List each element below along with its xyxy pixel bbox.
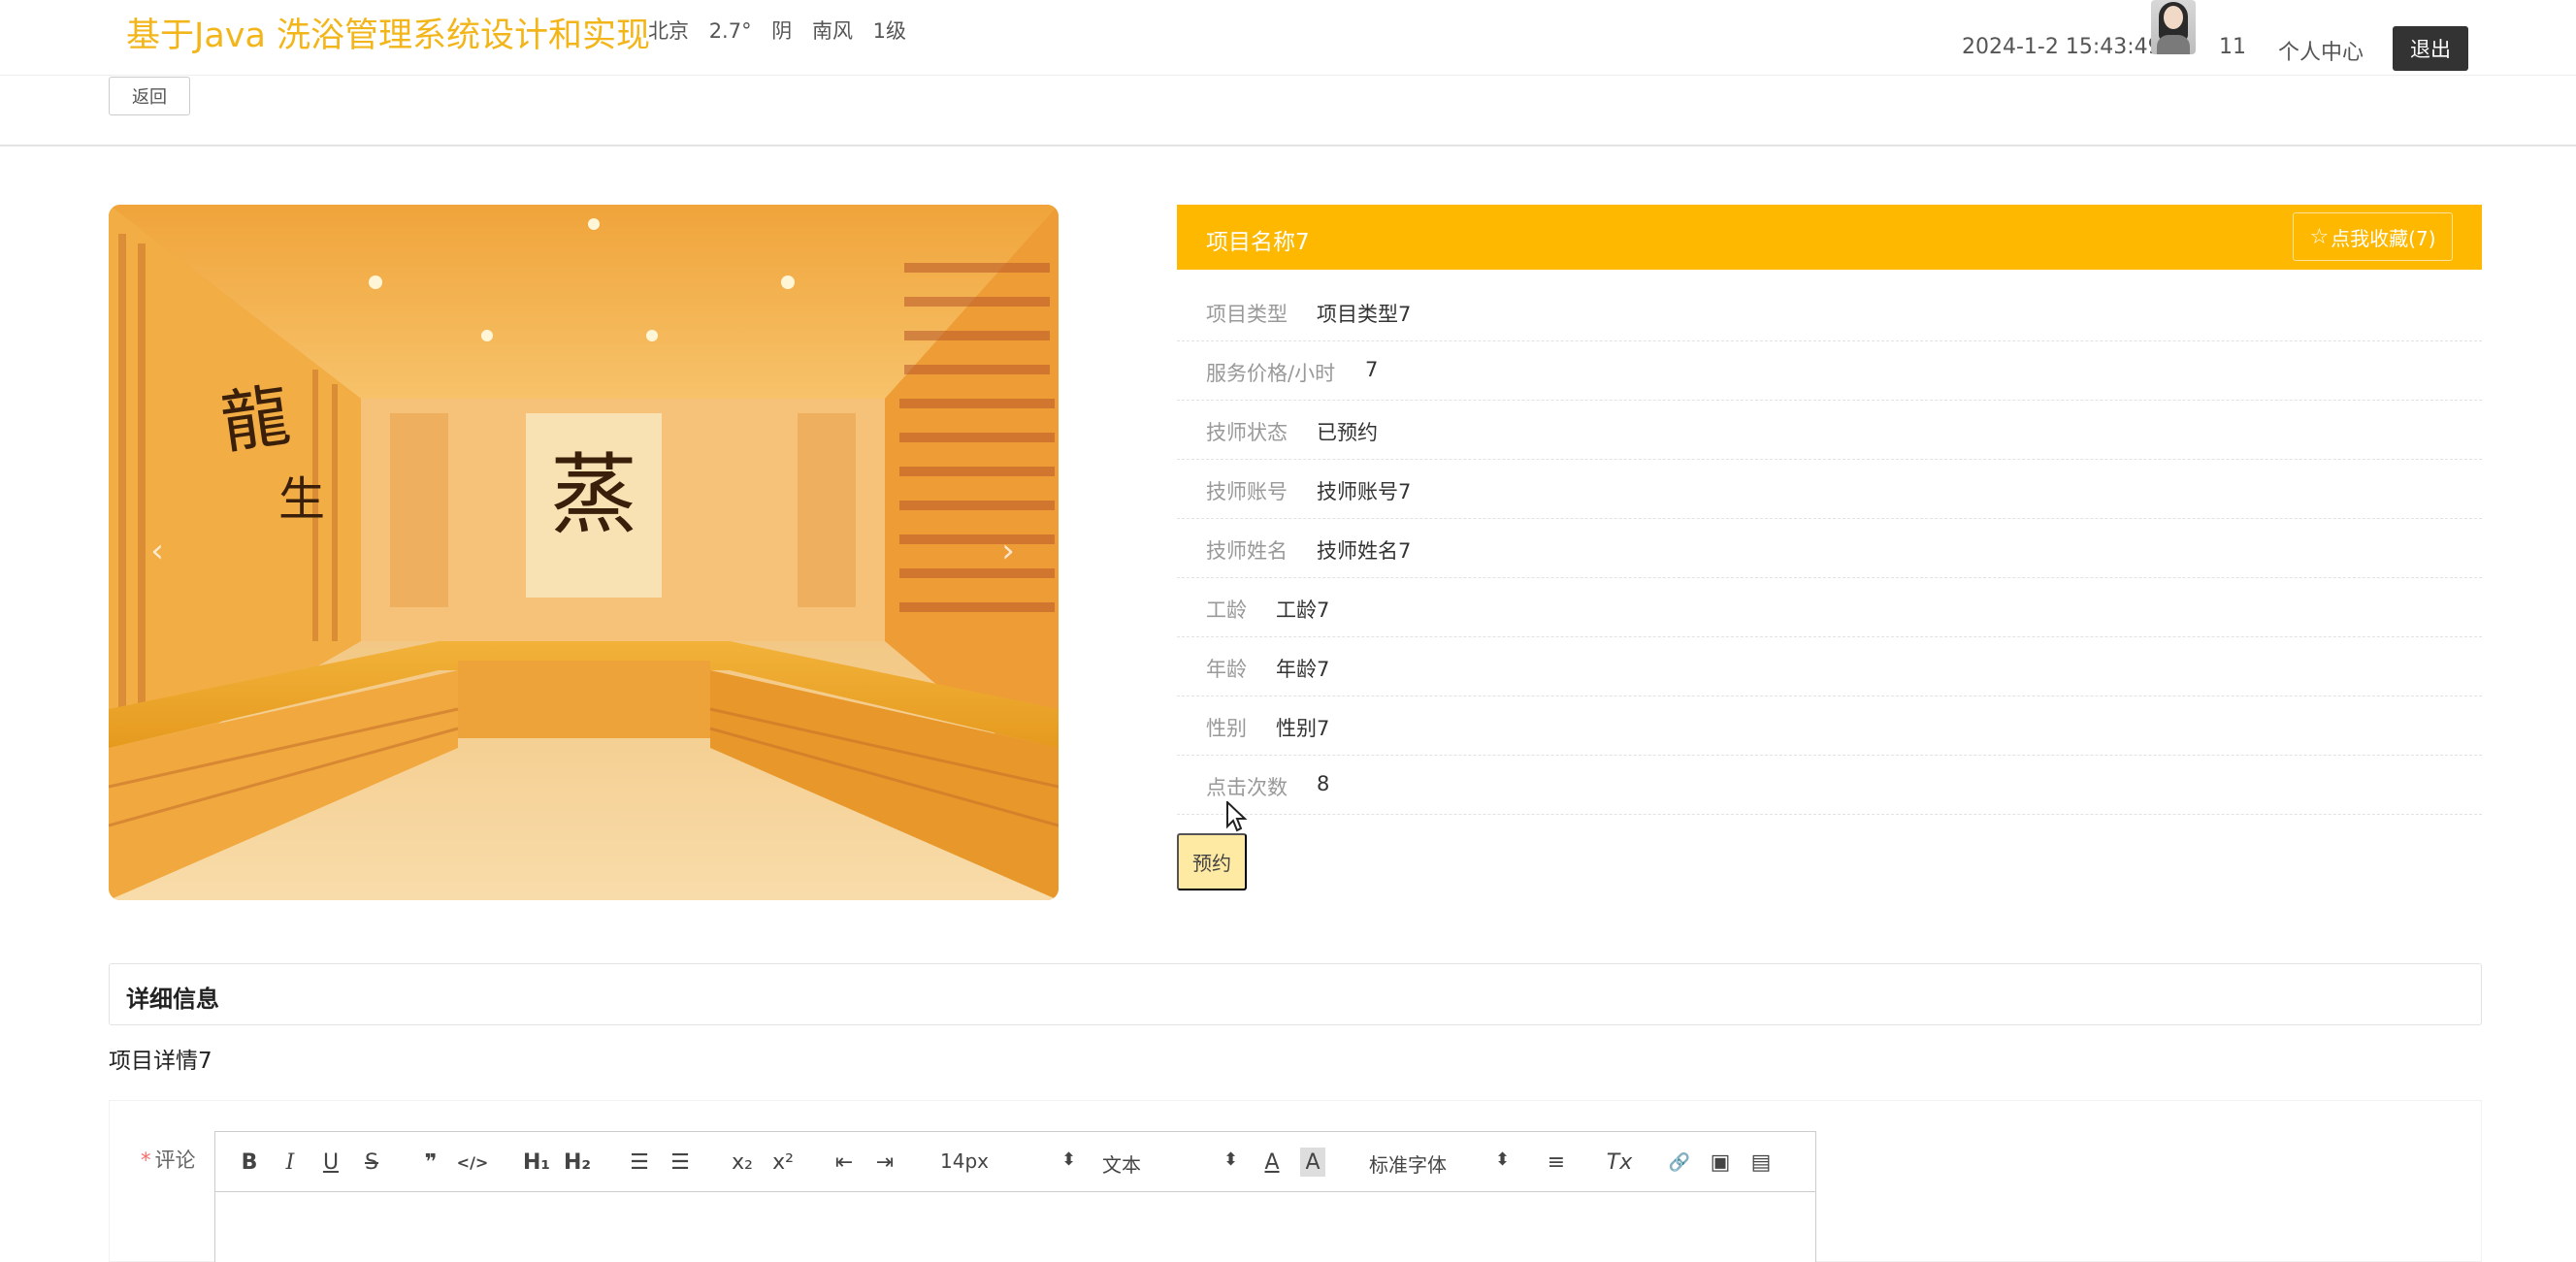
rich-text-editor[interactable]: B I U S ❞ </> H₁ H₂ ☰ ☰ x₂ x² ⇤ ⇥ 14px ⬍… bbox=[214, 1131, 1816, 1262]
heading-select[interactable]: 文本 ⬍ bbox=[1102, 1149, 1238, 1177]
italic-icon[interactable]: I bbox=[277, 1148, 303, 1177]
attr-label: 服务价格/小时 bbox=[1206, 362, 1336, 385]
comment-label-text: 评论 bbox=[154, 1149, 196, 1172]
weather-widget: 北京 2.7° 阴 南风 1级 bbox=[648, 16, 920, 45]
attr-row-gender: 性别 性别7 bbox=[1177, 696, 2482, 756]
detail-info-box: 详细信息 bbox=[109, 963, 2482, 1025]
avatar-face bbox=[2164, 6, 2183, 29]
top-header: 基于Java 洗浴管理系统设计和实现 北京 2.7° 阴 南风 1级 2024-… bbox=[0, 0, 2576, 76]
attr-label: 性别 bbox=[1206, 717, 1247, 740]
weather-condition: 阴 bbox=[771, 19, 793, 43]
star-icon: ☆ bbox=[2309, 224, 2330, 249]
detail-header: 项目名称7 ☆ 点我收藏(7) bbox=[1177, 205, 2482, 270]
reserve-button[interactable]: 预约 bbox=[1177, 833, 1247, 890]
logout-button[interactable]: 退出 bbox=[2393, 26, 2468, 71]
attr-row-project-type: 项目类型 项目类型7 bbox=[1177, 282, 2482, 341]
link-icon[interactable]: 🔗 bbox=[1666, 1148, 1693, 1177]
image-carousel[interactable]: 蒸 龍 生 bbox=[109, 205, 1059, 900]
heading-2-icon[interactable]: H₂ bbox=[561, 1148, 594, 1177]
weather-wind-level: 1级 bbox=[872, 19, 907, 43]
attr-row-service-price: 服务价格/小时 7 bbox=[1177, 341, 2482, 401]
attr-label: 技师状态 bbox=[1206, 421, 1288, 444]
sauna-room-image: 蒸 龍 生 bbox=[109, 205, 1059, 900]
font-family-value: 标准字体 bbox=[1369, 1153, 1447, 1177]
carousel-prev-arrow[interactable]: ‹ bbox=[138, 529, 177, 573]
select-caret-icon: ⬍ bbox=[1223, 1149, 1239, 1170]
superscript-icon[interactable]: x² bbox=[768, 1148, 798, 1177]
heading-select-value: 文本 bbox=[1102, 1153, 1141, 1177]
text-color-icon[interactable]: A bbox=[1259, 1148, 1285, 1177]
favorite-button[interactable]: ☆ 点我收藏(7) bbox=[2293, 212, 2453, 261]
attr-value: 工龄7 bbox=[1276, 599, 1330, 622]
weather-city: 北京 bbox=[648, 19, 689, 43]
mouse-cursor-icon bbox=[1226, 801, 1248, 832]
indent-icon[interactable]: ⇥ bbox=[871, 1148, 898, 1177]
back-button[interactable]: 返回 bbox=[109, 77, 190, 115]
attr-value: 性别7 bbox=[1276, 717, 1330, 740]
quote-icon[interactable]: ❞ bbox=[417, 1148, 444, 1177]
project-detail-text: 项目详情7 bbox=[109, 1049, 212, 1074]
align-icon[interactable]: ≡ bbox=[1543, 1148, 1570, 1177]
project-title: 项目名称7 bbox=[1206, 230, 1310, 255]
font-size-value: 14px bbox=[940, 1149, 989, 1173]
required-mark: * bbox=[141, 1149, 151, 1172]
background-color-icon[interactable]: A bbox=[1300, 1148, 1325, 1177]
favorite-label: 点我收藏(7) bbox=[2331, 226, 2436, 250]
attr-label: 工龄 bbox=[1206, 599, 1247, 622]
attr-row-work-years: 工龄 工龄7 bbox=[1177, 578, 2482, 637]
weather-wind-direction: 南风 bbox=[811, 19, 853, 43]
strike-icon[interactable]: S bbox=[359, 1148, 384, 1177]
attr-value: 8 bbox=[1317, 772, 1330, 795]
attr-label: 技师姓名 bbox=[1206, 539, 1288, 563]
bold-icon[interactable]: B bbox=[237, 1148, 262, 1177]
site-title: 基于Java 洗浴管理系统设计和实现 bbox=[126, 16, 651, 55]
attr-value: 年龄7 bbox=[1276, 658, 1330, 681]
attr-row-click-count: 点击次数 8 bbox=[1177, 756, 2482, 815]
attr-row-tech-account: 技师账号 技师账号7 bbox=[1177, 460, 2482, 519]
header-divider bbox=[0, 145, 2576, 146]
attr-label: 年龄 bbox=[1206, 658, 1247, 681]
subscript-icon[interactable]: x₂ bbox=[728, 1148, 757, 1177]
attr-value: 技师账号7 bbox=[1317, 480, 1412, 503]
code-icon[interactable]: </> bbox=[457, 1148, 489, 1177]
bullet-list-icon[interactable]: ☰ bbox=[667, 1148, 694, 1177]
comment-label: * 评论 bbox=[141, 1145, 196, 1174]
editor-toolbar: B I U S ❞ </> H₁ H₂ ☰ ☰ x₂ x² ⇤ ⇥ 14px ⬍… bbox=[215, 1132, 1815, 1192]
svg-text:蒸: 蒸 bbox=[550, 444, 637, 546]
underline-icon[interactable]: U bbox=[318, 1148, 343, 1177]
detail-info-title: 详细信息 bbox=[126, 986, 219, 1013]
font-size-select[interactable]: 14px ⬍ bbox=[940, 1149, 1076, 1177]
attr-row-tech-status: 技师状态 已预约 bbox=[1177, 401, 2482, 460]
personal-center-link[interactable]: 个人中心 bbox=[2278, 35, 2364, 66]
video-icon[interactable]: ▤ bbox=[1747, 1148, 1775, 1177]
outdent-icon[interactable]: ⇤ bbox=[831, 1148, 858, 1177]
attr-label: 技师账号 bbox=[1206, 480, 1288, 503]
image-icon[interactable]: ▣ bbox=[1707, 1148, 1734, 1177]
attr-value: 技师姓名7 bbox=[1317, 539, 1412, 563]
weather-temperature: 2.7° bbox=[708, 19, 752, 43]
carousel-next-arrow[interactable]: › bbox=[989, 529, 1027, 573]
attr-row-age: 年龄 年龄7 bbox=[1177, 637, 2482, 696]
avatar-body bbox=[2157, 35, 2190, 54]
attr-value: 已预约 bbox=[1317, 421, 1378, 444]
attr-label: 点击次数 bbox=[1206, 776, 1288, 799]
username: 11 bbox=[2219, 35, 2246, 59]
ordered-list-icon[interactable]: ☰ bbox=[626, 1148, 653, 1177]
svg-text:龍: 龍 bbox=[216, 375, 295, 464]
font-family-select[interactable]: 标准字体 ⬍ bbox=[1369, 1149, 1515, 1177]
select-caret-icon: ⬍ bbox=[1495, 1149, 1511, 1170]
attr-label: 项目类型 bbox=[1206, 303, 1288, 326]
clear-format-icon[interactable]: Tx bbox=[1605, 1148, 1634, 1177]
attr-row-tech-name: 技师姓名 技师姓名7 bbox=[1177, 519, 2482, 578]
select-caret-icon: ⬍ bbox=[1061, 1149, 1077, 1170]
attr-value: 7 bbox=[1365, 358, 1379, 381]
attr-value: 项目类型7 bbox=[1317, 303, 1412, 326]
svg-text:生: 生 bbox=[278, 472, 325, 527]
avatar[interactable] bbox=[2151, 0, 2196, 54]
current-datetime: 2024-1-2 15:43:49 bbox=[1962, 35, 2162, 59]
heading-1-icon[interactable]: H₁ bbox=[520, 1148, 553, 1177]
